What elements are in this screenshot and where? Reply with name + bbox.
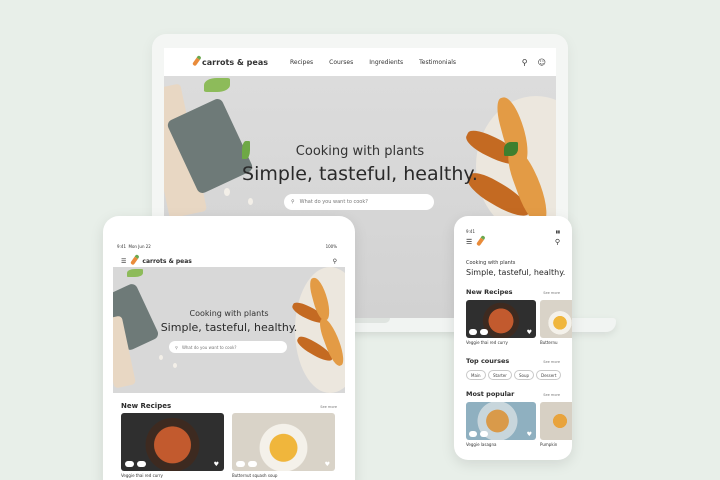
tag-badge (137, 461, 146, 467)
recipe-card-soup[interactable]: ♥ (232, 413, 335, 471)
hero-title: Simple, tasteful, healthy. (160, 321, 298, 334)
search-placeholder: What do you want to cook? (299, 199, 368, 205)
nav-links: Recipes Courses Ingredients Testimonials (290, 59, 456, 66)
search-input[interactable]: ⚲ What do you want to cook? (284, 194, 434, 210)
pea-pod (204, 78, 230, 92)
hero-title: Simple, tasteful, healthy. (466, 268, 566, 277)
hero-title: Simple, tasteful, healthy. (242, 163, 478, 185)
see-more-link[interactable]: See more (543, 393, 560, 397)
carrot-icon (130, 256, 139, 266)
heart-icon[interactable]: ♥ (325, 461, 330, 468)
recipe-caption: Veggie thai red curry (121, 473, 163, 478)
nav-link-courses[interactable]: Courses (329, 59, 353, 66)
bean (248, 198, 253, 205)
tablet-nav: ☰ carrots & peas ⚲ (121, 254, 337, 268)
hero-subtitle: Cooking with plants (295, 144, 425, 159)
search-placeholder: What do you want to cook? (181, 344, 237, 350)
search-icon[interactable]: ⚲ (555, 238, 560, 246)
hero-subtitle: Cooking with plants (466, 260, 516, 266)
bean (173, 363, 177, 368)
nav-link-ingredients[interactable]: Ingredients (369, 59, 403, 66)
carrot-icon (192, 57, 200, 67)
tag-badge (469, 329, 477, 335)
tag-badge (469, 431, 477, 437)
hero-text: Cooking with plants Simple, tasteful, he… (164, 144, 556, 185)
nav-link-testimonials[interactable]: Testimonials (419, 59, 456, 66)
tag-badge (480, 329, 488, 335)
new-recipes-header: New Recipes See more (121, 402, 337, 410)
status-bar: 9:41 ▮▮ (466, 229, 560, 234)
signal-icon: ▮▮ (555, 229, 560, 234)
search-icon: ⚲ (291, 199, 295, 205)
chip-soup[interactable]: Soup (514, 370, 535, 380)
heart-icon[interactable]: ♥ (214, 461, 219, 468)
search-icon: ⚲ (175, 344, 178, 350)
recipe-card-pumpkin[interactable] (540, 402, 572, 440)
status-time: 9:41 (117, 244, 126, 249)
heart-icon[interactable]: ♥ (527, 431, 532, 438)
see-more-link[interactable]: See more (543, 291, 560, 295)
brand-logo[interactable]: carrots & peas (192, 57, 268, 67)
menu-icon[interactable]: ☰ (121, 258, 126, 265)
recipe-caption: Veggie lasagna (466, 442, 497, 447)
recipe-card-curry[interactable]: ♥ (466, 300, 536, 338)
pea-pod (127, 269, 143, 277)
chip-main[interactable]: Main (466, 370, 486, 380)
tag-badge (125, 461, 134, 467)
nav-icons: ⚲ ☺ (522, 58, 546, 67)
section-title: Most popular (466, 390, 515, 398)
status-date: Mon Jun 22 (128, 244, 151, 249)
see-more-link[interactable]: See more (320, 405, 337, 409)
search-icon[interactable]: ⚲ (522, 58, 528, 67)
carrot-icon[interactable] (476, 237, 485, 247)
tag-badge (248, 461, 257, 467)
hero-text: Cooking with plants Simple, tasteful, he… (113, 309, 345, 334)
brand-name: carrots & peas (202, 57, 268, 67)
status-time: 9:41 (466, 229, 475, 234)
recipe-card-curry[interactable]: ♥ (121, 413, 224, 471)
recipe-card-lasagna[interactable]: ♥ (466, 402, 536, 440)
section-title: New Recipes (466, 288, 513, 296)
tablet-frame: 9:41 Mon Jun 22 100% ☰ carrots & peas ⚲ … (103, 216, 355, 480)
tag-badge (480, 431, 488, 437)
status-battery: 100% (325, 244, 337, 249)
heart-icon[interactable]: ♥ (527, 329, 532, 336)
search-icon[interactable]: ⚲ (333, 258, 337, 265)
menu-icon[interactable]: ☰ (466, 238, 472, 246)
recipe-caption: Pumpkin (540, 442, 558, 447)
chip-starter[interactable]: Starter (488, 370, 512, 380)
recipe-caption: Butternut squash soup (232, 473, 278, 478)
bean (159, 355, 163, 360)
nav-link-recipes[interactable]: Recipes (290, 59, 313, 66)
brand-name[interactable]: carrots & peas (142, 258, 191, 265)
recipe-caption: Veggie thai red curry (466, 340, 508, 345)
recipe-caption: Butternu (540, 340, 558, 345)
laptop-nav: carrots & peas Recipes Courses Ingredien… (164, 48, 556, 76)
bean (224, 188, 230, 196)
phone-nav: ☰ ⚲ (466, 237, 560, 247)
chip-dessert[interactable]: Dessert (536, 370, 562, 380)
section-title: New Recipes (121, 402, 172, 410)
hero-subtitle: Cooking with plants (189, 309, 269, 318)
search-input[interactable]: ⚲ What do you want to cook? (169, 341, 287, 353)
see-more-link[interactable]: See more (543, 360, 560, 364)
hero-banner: Cooking with plants Simple, tasteful, he… (113, 267, 345, 393)
status-bar: 9:41 Mon Jun 22 100% (117, 244, 337, 249)
tag-badge (236, 461, 245, 467)
user-icon[interactable]: ☺ (538, 58, 546, 67)
phone-frame: 9:41 ▮▮ ☰ ⚲ Cooking with plants Simple, … (454, 216, 572, 460)
section-title: Top courses (466, 357, 510, 365)
recipe-card-soup[interactable] (540, 300, 572, 338)
